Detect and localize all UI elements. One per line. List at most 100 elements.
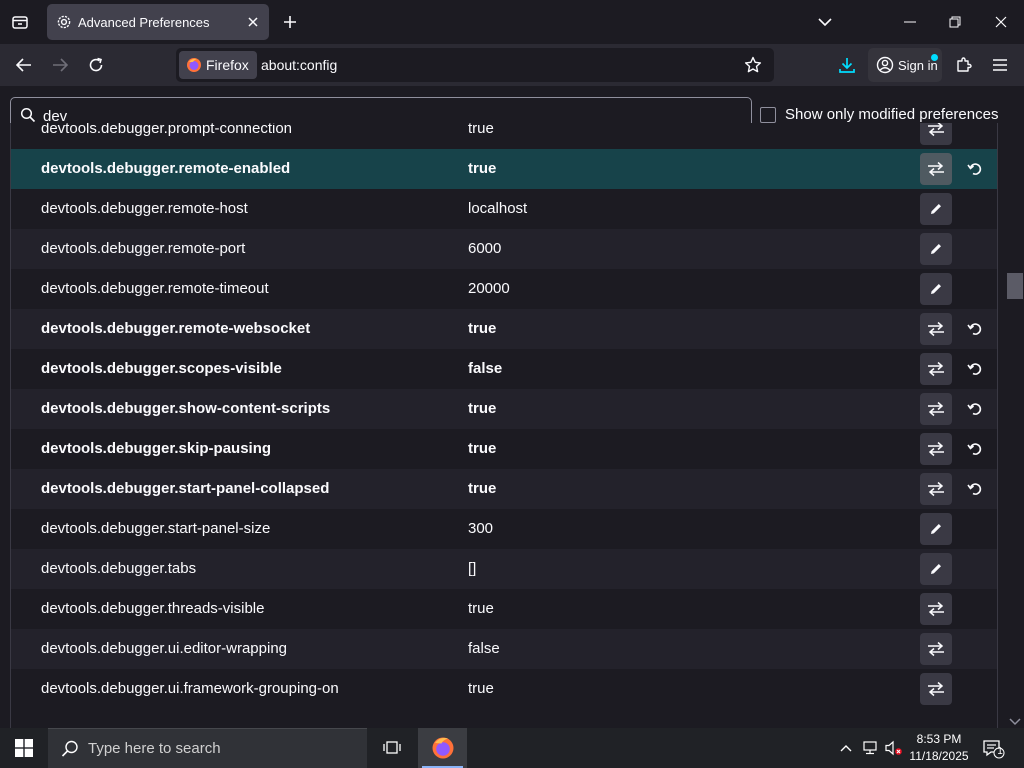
reload-icon bbox=[89, 57, 103, 72]
minimize-button[interactable] bbox=[900, 12, 920, 32]
tab-list-icon[interactable] bbox=[10, 12, 30, 32]
pref-value: true bbox=[468, 320, 497, 337]
pref-row[interactable]: devtools.debugger.remote-timeout 20000 bbox=[11, 269, 997, 309]
toggle-button[interactable] bbox=[920, 433, 952, 465]
plus-icon bbox=[284, 16, 296, 28]
pref-row[interactable]: devtools.debugger.remote-websocket true bbox=[11, 309, 997, 349]
pref-value: localhost bbox=[468, 200, 528, 217]
downloads-button[interactable] bbox=[837, 54, 857, 76]
toggle-button[interactable] bbox=[920, 313, 952, 345]
pref-value: true bbox=[468, 680, 494, 697]
url-bar[interactable]: Firefox about:config bbox=[176, 48, 774, 82]
pref-name: devtools.debugger.threads-visible bbox=[41, 600, 265, 617]
pref-row[interactable]: devtools.debugger.ui.editor-wrapping fals… bbox=[11, 629, 997, 669]
toggle-button[interactable] bbox=[920, 353, 952, 385]
pref-row[interactable]: devtools.debugger.show-content-scripts tr… bbox=[11, 389, 997, 429]
pref-name: devtools.debugger.remote-enabled bbox=[41, 160, 291, 177]
reset-button[interactable] bbox=[963, 157, 987, 181]
toggle-button[interactable] bbox=[920, 473, 952, 505]
toggle-arrows-icon bbox=[928, 641, 944, 657]
reset-button[interactable] bbox=[963, 477, 987, 501]
windows-start-icon[interactable] bbox=[14, 738, 34, 758]
task-view-icon[interactable] bbox=[381, 738, 403, 758]
pref-row[interactable]: devtools.debugger.prompt-connection true bbox=[11, 123, 997, 149]
pref-name: devtools.debugger.start-panel-size bbox=[41, 520, 271, 537]
scroll-down-arrow[interactable] bbox=[1009, 718, 1021, 726]
reset-button[interactable] bbox=[963, 437, 987, 461]
edit-button[interactable] bbox=[920, 553, 952, 585]
edit-button[interactable] bbox=[920, 193, 952, 225]
tab-title: Advanced Preferences bbox=[78, 14, 210, 30]
pref-row[interactable]: devtools.debugger.skip-pausing true bbox=[11, 429, 997, 469]
search-icon bbox=[61, 740, 79, 758]
pref-name: devtools.debugger.remote-timeout bbox=[41, 280, 269, 297]
list-all-tabs-button[interactable] bbox=[815, 12, 835, 32]
bookmark-star-button[interactable] bbox=[743, 55, 763, 75]
arrow-left-icon bbox=[16, 58, 31, 72]
pref-value: false bbox=[468, 640, 500, 657]
taskbar-search-box[interactable]: Type here to search bbox=[48, 728, 367, 768]
pref-row[interactable]: devtools.debugger.threads-visible true bbox=[11, 589, 997, 629]
pref-value: true bbox=[468, 440, 497, 457]
back-button[interactable] bbox=[14, 55, 34, 75]
tab-advanced-preferences[interactable]: Advanced Preferences bbox=[47, 4, 269, 40]
url-text[interactable]: about:config bbox=[261, 57, 337, 73]
show-modified-label: Show only modified preferences bbox=[785, 106, 999, 123]
pref-value: true bbox=[468, 123, 494, 137]
toggle-button[interactable] bbox=[920, 153, 952, 185]
toggle-arrows-icon bbox=[928, 161, 944, 177]
edit-button[interactable] bbox=[920, 513, 952, 545]
pref-row[interactable]: devtools.debugger.tabs [] bbox=[11, 549, 997, 589]
sign-in-button[interactable]: Sign in bbox=[868, 48, 942, 82]
pref-row[interactable]: devtools.debugger.remote-enabled true bbox=[11, 149, 997, 189]
toggle-button[interactable] bbox=[920, 593, 952, 625]
pref-value: false bbox=[468, 360, 503, 377]
pref-value: true bbox=[468, 480, 497, 497]
show-hidden-icons-chevron-up-icon[interactable] bbox=[838, 740, 854, 756]
reload-button[interactable] bbox=[86, 55, 106, 75]
show-modified-toggle[interactable]: Show only modified preferences bbox=[760, 106, 998, 123]
pref-name: devtools.debugger.tabs bbox=[41, 560, 197, 577]
system-clock[interactable]: 8:53 PM 11/18/2025 bbox=[907, 731, 971, 765]
about-config-page: Show only modified preferences devtools.… bbox=[0, 86, 1024, 728]
pref-row[interactable]: devtools.debugger.remote-port 6000 bbox=[11, 229, 997, 269]
notification-center-icon[interactable]: 1 bbox=[982, 738, 1006, 760]
pref-row[interactable]: devtools.debugger.scopes-visible false bbox=[11, 349, 997, 389]
app-menu-button[interactable] bbox=[990, 55, 1010, 75]
undo-icon bbox=[967, 483, 982, 495]
show-modified-checkbox[interactable] bbox=[760, 106, 776, 123]
extensions-button[interactable] bbox=[954, 55, 974, 75]
toggle-arrows-icon bbox=[928, 681, 944, 697]
scrollbar-thumb[interactable] bbox=[1007, 273, 1023, 299]
preferences-table: devtools.debugger.prompt-connection true d… bbox=[10, 123, 998, 728]
scrollbar[interactable] bbox=[1006, 123, 1024, 728]
forward-button[interactable] bbox=[50, 55, 70, 75]
edit-button[interactable] bbox=[920, 233, 952, 265]
toggle-button[interactable] bbox=[920, 123, 952, 145]
reset-button[interactable] bbox=[963, 397, 987, 421]
pref-value: 6000 bbox=[468, 240, 502, 257]
hamburger-icon bbox=[993, 59, 1007, 71]
network-icon[interactable] bbox=[862, 739, 880, 757]
edit-button[interactable] bbox=[920, 273, 952, 305]
identity-label: Firefox bbox=[206, 57, 249, 73]
navigation-toolbar: Firefox about:config Sign in bbox=[0, 44, 1024, 86]
taskbar-firefox-button[interactable] bbox=[418, 728, 467, 768]
toggle-button[interactable] bbox=[920, 673, 952, 705]
identity-box[interactable]: Firefox bbox=[179, 51, 257, 79]
restore-button[interactable] bbox=[945, 12, 965, 32]
volume-muted-icon[interactable] bbox=[884, 739, 904, 757]
close-tab-icon[interactable] bbox=[243, 12, 263, 32]
pref-row[interactable]: devtools.debugger.remote-host localhost bbox=[11, 189, 997, 229]
toggle-button[interactable] bbox=[920, 393, 952, 425]
new-tab-button[interactable] bbox=[280, 12, 300, 32]
close-window-button[interactable] bbox=[991, 12, 1011, 32]
pref-row[interactable]: devtools.debugger.start-panel-collapsed t… bbox=[11, 469, 997, 509]
reset-button[interactable] bbox=[963, 357, 987, 381]
pref-row[interactable]: devtools.debugger.start-panel-size 300 bbox=[11, 509, 997, 549]
windows-taskbar: Type here to search 8:53 PM 11/18/2025 1 bbox=[0, 728, 1024, 768]
reset-button[interactable] bbox=[963, 317, 987, 341]
toggle-button[interactable] bbox=[920, 633, 952, 665]
pref-row[interactable]: devtools.debugger.ui.framework-grouping-… bbox=[11, 669, 997, 709]
pref-name: devtools.debugger.prompt-connection bbox=[41, 123, 293, 137]
